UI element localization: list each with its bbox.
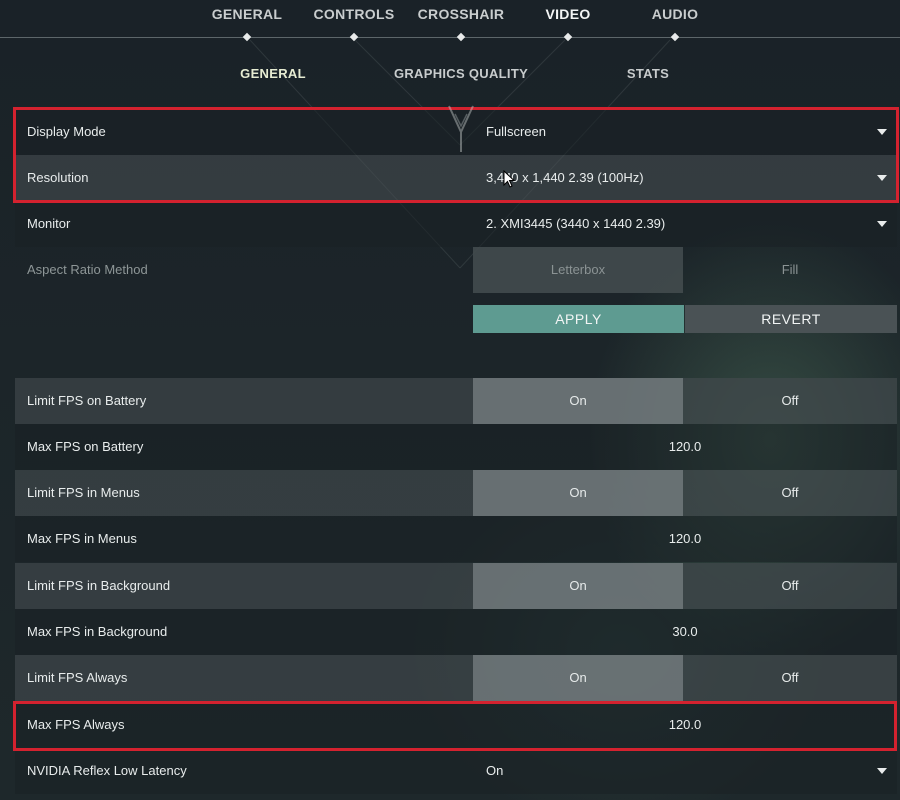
tab-controls[interactable]: CONTROLS — [314, 6, 395, 22]
subtab-general[interactable]: GENERAL — [240, 66, 306, 81]
limit-fps-menus-row: Limit FPS in Menus On Off — [15, 470, 897, 516]
tab-marker-icon — [349, 32, 359, 42]
top-nav-divider — [0, 37, 900, 38]
limit-fps-always-on[interactable]: On — [473, 655, 683, 701]
limit-fps-always-off[interactable]: Off — [683, 655, 897, 701]
tab-crosshair[interactable]: CROSSHAIR — [418, 6, 505, 22]
max-fps-background-row: Max FPS in Background 30.0 — [15, 609, 897, 655]
max-fps-menus-label: Max FPS in Menus — [27, 531, 137, 546]
nvidia-reflex-label: NVIDIA Reflex Low Latency — [27, 763, 187, 778]
max-fps-menus-input[interactable]: 120.0 — [473, 516, 897, 562]
display-mode-label: Display Mode — [27, 124, 106, 139]
max-fps-battery-input[interactable]: 120.0 — [473, 424, 897, 470]
chevron-down-icon[interactable] — [877, 221, 887, 227]
tab-audio[interactable]: AUDIO — [652, 6, 699, 22]
limit-fps-background-label: Limit FPS in Background — [27, 578, 171, 593]
apply-button[interactable]: APPLY — [473, 305, 684, 333]
limit-fps-menus-off[interactable]: Off — [683, 470, 897, 516]
max-fps-battery-label: Max FPS on Battery — [27, 439, 144, 454]
chevron-down-icon[interactable] — [877, 175, 887, 181]
nvidia-reflex-row[interactable]: NVIDIA Reflex Low Latency On — [15, 748, 897, 794]
limit-fps-menus-on[interactable]: On — [473, 470, 683, 516]
monitor-value[interactable]: 2. XMI3445 (3440 x 1440 2.39) — [486, 201, 665, 247]
max-fps-always-input[interactable]: 120.0 — [473, 702, 897, 748]
valorant-v-icon — [448, 105, 474, 152]
limit-fps-background-row: Limit FPS in Background On Off — [15, 563, 897, 609]
limit-fps-battery-off[interactable]: Off — [683, 378, 897, 424]
display-mode-value[interactable]: Fullscreen — [486, 109, 546, 155]
letterbox-option[interactable]: Letterbox — [473, 247, 683, 293]
limit-fps-always-row: Limit FPS Always On Off — [15, 655, 897, 701]
tab-video[interactable]: VIDEO — [545, 6, 590, 22]
nvidia-reflex-value[interactable]: On — [486, 748, 503, 794]
limit-fps-menus-label: Limit FPS in Menus — [27, 485, 140, 500]
top-nav: GENERAL CONTROLS CROSSHAIR VIDEO AUDIO — [0, 0, 900, 42]
cursor-icon — [503, 170, 515, 188]
max-fps-always-row: Max FPS Always 120.0 — [15, 702, 897, 748]
chevron-down-icon[interactable] — [877, 768, 887, 774]
max-fps-battery-row: Max FPS on Battery 120.0 — [15, 424, 897, 470]
resolution-row[interactable]: Resolution 3,440 x 1,440 2.39 (100Hz) — [15, 155, 897, 201]
limit-fps-background-off[interactable]: Off — [683, 563, 897, 609]
resolution-label: Resolution — [27, 170, 89, 185]
limit-fps-battery-label: Limit FPS on Battery — [27, 393, 147, 408]
fill-option[interactable]: Fill — [683, 247, 897, 293]
limit-fps-battery-on[interactable]: On — [473, 378, 683, 424]
max-fps-menus-row: Max FPS in Menus 120.0 — [15, 516, 897, 562]
aspect-ratio-row: Aspect Ratio Method Letterbox Fill — [15, 247, 897, 293]
subtab-stats[interactable]: STATS — [627, 66, 669, 81]
tab-marker-icon — [242, 32, 252, 42]
monitor-label: Monitor — [27, 216, 71, 231]
tab-general[interactable]: GENERAL — [212, 6, 283, 22]
limit-fps-background-on[interactable]: On — [473, 563, 683, 609]
chevron-down-icon[interactable] — [877, 129, 887, 135]
subtab-graphics-quality[interactable]: GRAPHICS QUALITY — [394, 66, 528, 81]
tab-marker-icon — [563, 32, 573, 42]
max-fps-background-input[interactable]: 30.0 — [473, 609, 897, 655]
tab-marker-icon — [456, 32, 466, 42]
aspect-ratio-label: Aspect Ratio Method — [27, 262, 148, 277]
limit-fps-battery-row: Limit FPS on Battery On Off — [15, 378, 897, 424]
tab-marker-icon — [670, 32, 680, 42]
revert-button[interactable]: REVERT — [685, 305, 897, 333]
max-fps-always-label: Max FPS Always — [27, 717, 125, 732]
max-fps-background-label: Max FPS in Background — [27, 624, 168, 639]
limit-fps-always-label: Limit FPS Always — [27, 670, 128, 685]
monitor-row[interactable]: Monitor 2. XMI3445 (3440 x 1440 2.39) — [15, 201, 897, 247]
